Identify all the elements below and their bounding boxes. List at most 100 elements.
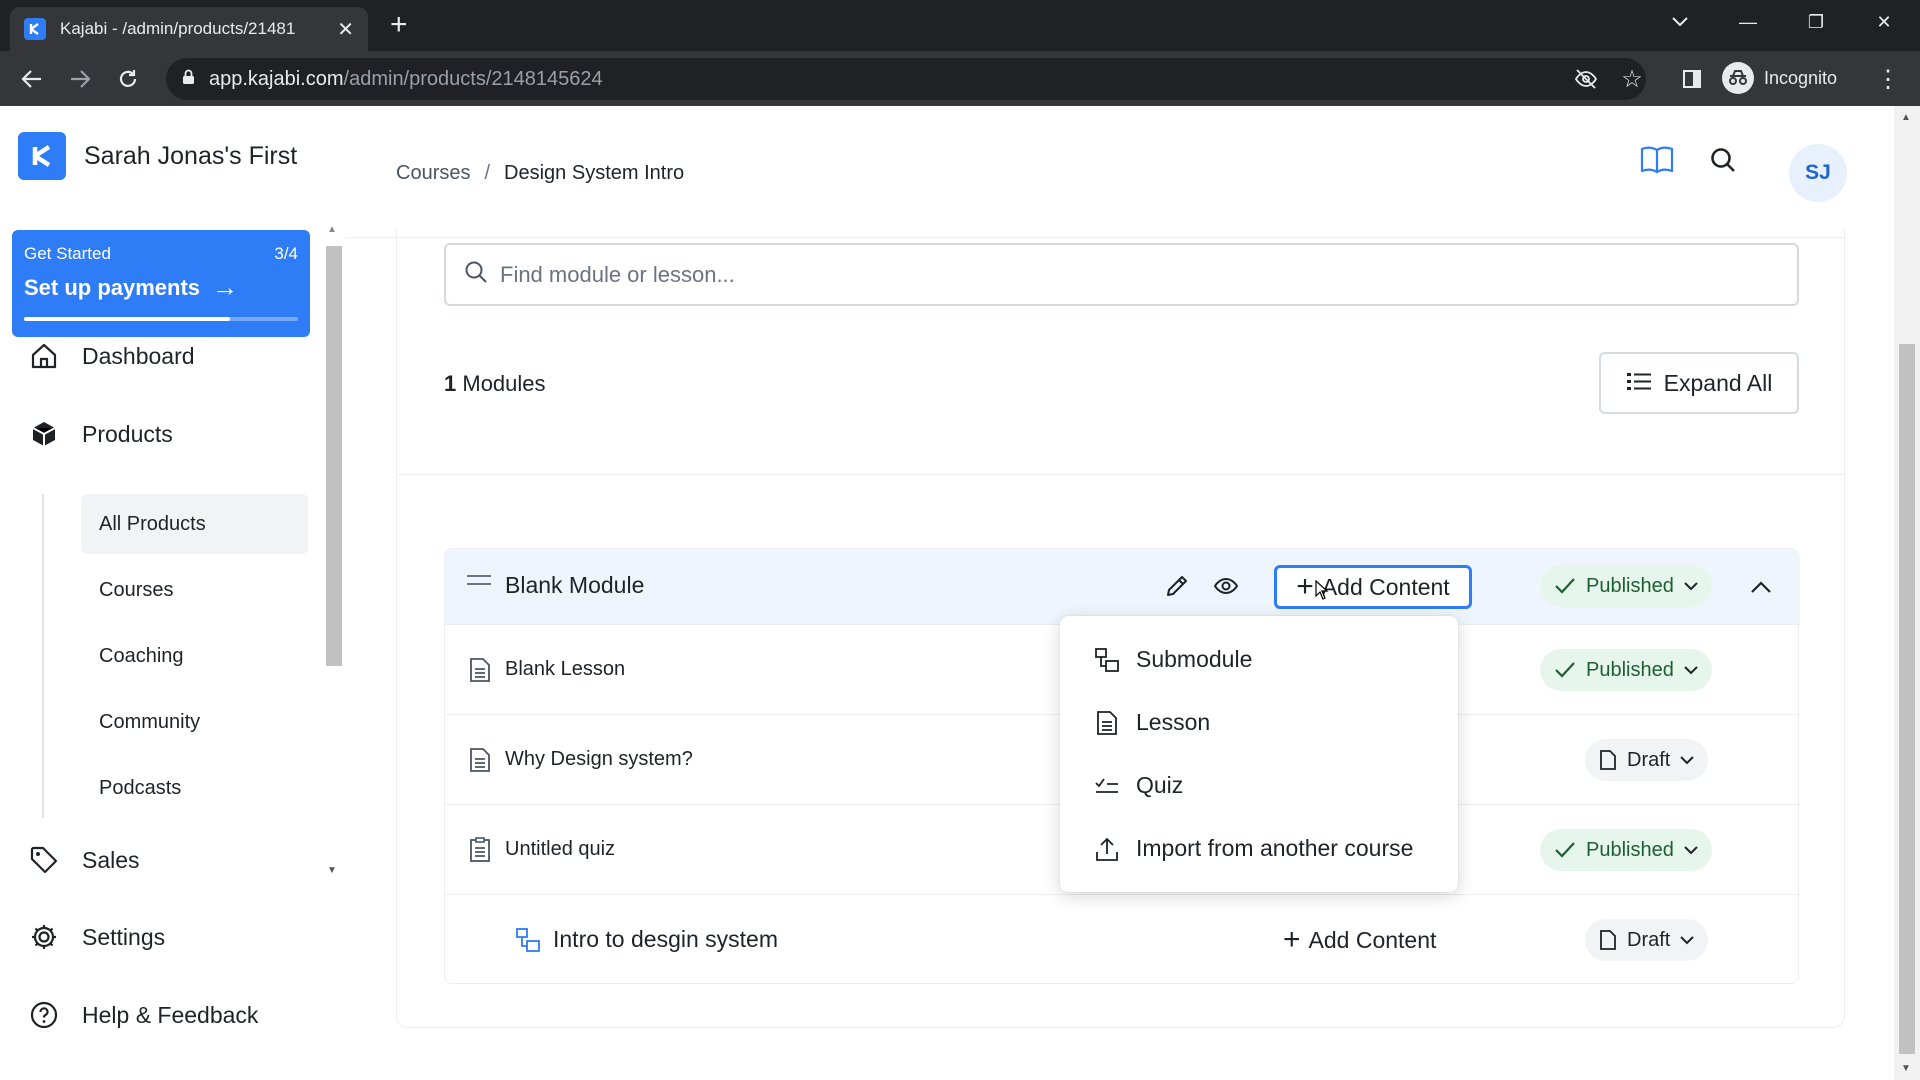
subitem-label: Coaching	[99, 644, 184, 667]
collapse-chevron-up-icon[interactable]	[1745, 571, 1777, 603]
status-label: Published	[1586, 838, 1674, 861]
module-search-input[interactable]	[500, 261, 1797, 288]
book-open-icon[interactable]	[1633, 136, 1681, 184]
module-title: Blank Module	[505, 572, 645, 598]
module-status-dropdown[interactable]: Published	[1540, 565, 1712, 607]
document-icon	[467, 657, 493, 683]
user-avatar[interactable]: SJ	[1789, 144, 1847, 202]
tab-close-icon[interactable]: ✕	[337, 17, 354, 42]
lesson-title: Blank Lesson	[505, 658, 626, 680]
sidebar-scrollbar[interactable]: ▲ ▼	[322, 222, 346, 878]
add-content-label: Add Content	[1321, 573, 1450, 600]
status-label: Published	[1586, 574, 1674, 597]
subitem-label: Podcasts	[99, 776, 182, 799]
submodule-add-content-button[interactable]: + Add Content	[1283, 919, 1436, 961]
section-divider	[396, 474, 1845, 475]
lesson-title: Why Design system?	[505, 748, 693, 770]
search-icon[interactable]	[1699, 136, 1747, 184]
sidebar-label: Sales	[82, 846, 140, 873]
submodule-row[interactable]: Intro to desgin system + Add Content Dra…	[445, 894, 1800, 984]
quiz-status-dropdown[interactable]: Published	[1540, 829, 1712, 871]
sidebar-subitem-all-products[interactable]: All Products	[81, 494, 308, 554]
site-name: Sarah Jonas's First	[84, 141, 298, 170]
kajabi-favicon-icon	[24, 18, 46, 40]
lock-icon	[182, 69, 195, 90]
sidebar-label: Help & Feedback	[82, 1001, 259, 1028]
sidebar-scroll-thumb[interactable]	[326, 246, 342, 666]
menu-item-lesson[interactable]: Lesson	[1060, 691, 1458, 754]
forward-icon[interactable]	[62, 61, 98, 97]
back-icon[interactable]	[14, 61, 50, 97]
reload-icon[interactable]	[110, 61, 146, 97]
home-icon	[28, 340, 60, 372]
breadcrumb-courses[interactable]: Courses	[396, 162, 470, 185]
sidebar-item-dashboard[interactable]: Dashboard	[28, 340, 195, 372]
scroll-up-icon[interactable]: ▲	[1901, 112, 1911, 123]
add-content-button[interactable]: + Add Content	[1274, 565, 1472, 609]
chevron-down-icon	[1684, 845, 1698, 855]
scroll-down-icon[interactable]: ▼	[1901, 1063, 1911, 1074]
preview-eye-icon[interactable]	[1209, 569, 1243, 603]
arrow-right-icon: →	[212, 272, 239, 302]
incognito-profile[interactable]: Incognito	[1722, 59, 1837, 97]
lesson-status-dropdown[interactable]: Published	[1540, 649, 1712, 691]
gear-icon	[28, 921, 60, 953]
menu-item-import[interactable]: Import from another course	[1060, 817, 1458, 880]
restore-icon[interactable]: ❐	[1782, 0, 1850, 44]
progress-fill	[24, 317, 230, 321]
site-brand[interactable]: Sarah Jonas's First	[18, 132, 297, 180]
sidebar-item-help[interactable]: Help & Feedback	[28, 999, 258, 1031]
minimize-icon[interactable]: —	[1714, 0, 1782, 44]
subitem-label: Courses	[99, 578, 174, 601]
breadcrumb-current: Design System Intro	[504, 162, 685, 184]
expand-all-button[interactable]: Expand All	[1599, 352, 1799, 414]
sidebar-item-products[interactable]: Products	[28, 418, 173, 450]
browser-menu-icon[interactable]: ⋮	[1870, 61, 1906, 97]
chevron-down-icon	[1680, 935, 1695, 945]
lesson-status-dropdown[interactable]: Draft	[1585, 739, 1709, 781]
sidebar-item-settings[interactable]: Settings	[28, 921, 165, 953]
get-started-label: Get Started	[24, 244, 111, 263]
modules-count: 1 Modules	[444, 371, 546, 397]
window-close-icon[interactable]: ✕	[1850, 0, 1918, 44]
incognito-icon	[1722, 62, 1754, 94]
menu-item-submodule[interactable]: Submodule	[1060, 628, 1458, 691]
menu-item-quiz[interactable]: Quiz	[1060, 754, 1458, 817]
get-started-progress-bar	[24, 317, 298, 321]
tab-search-chevron-icon[interactable]	[1646, 0, 1714, 44]
quiz-title: Untitled quiz	[505, 838, 616, 860]
drag-handle-icon[interactable]	[467, 575, 491, 591]
module-search-field[interactable]	[444, 243, 1799, 306]
submodule-status-dropdown[interactable]: Draft	[1585, 919, 1709, 961]
sidebar-subitem-courses[interactable]: Courses	[81, 560, 308, 620]
draft-file-icon	[1599, 749, 1617, 771]
tab-title: Kajabi - /admin/products/21481	[60, 19, 296, 38]
page-scroll-thumb[interactable]	[1899, 344, 1915, 1054]
sidebar-subitem-podcasts[interactable]: Podcasts	[81, 758, 308, 818]
help-circle-icon	[28, 999, 60, 1031]
sidebar-subitem-coaching[interactable]: Coaching	[81, 626, 308, 686]
new-tab-icon[interactable]: +	[390, 10, 408, 40]
list-icon	[1626, 370, 1652, 397]
module-header[interactable]: Blank Module + Add Content Published	[445, 549, 1800, 624]
scroll-down-icon[interactable]: ▼	[327, 865, 337, 876]
eye-off-icon[interactable]	[1568, 61, 1604, 97]
mouse-cursor-icon	[1315, 579, 1329, 605]
plus-icon: +	[1283, 923, 1301, 956]
sidebar-subitem-community[interactable]: Community	[81, 692, 308, 752]
edit-pencil-icon[interactable]	[1160, 569, 1194, 603]
page-scrollbar[interactable]: ▲ ▼	[1894, 106, 1920, 1080]
subitem-label: All Products	[99, 512, 206, 535]
profile-label: Incognito	[1764, 67, 1838, 88]
sidebar-label: Products	[82, 420, 173, 447]
add-content-menu: Submodule Lesson Quiz Import from anothe…	[1060, 616, 1458, 892]
get-started-card[interactable]: Get Started 3/4 Set up payments →	[12, 230, 310, 337]
bookmark-star-icon[interactable]: ☆	[1614, 61, 1650, 97]
address-bar[interactable]: app.kajabi.com/admin/products/2148145624	[166, 58, 1646, 100]
expand-all-label: Expand All	[1663, 369, 1773, 396]
scroll-up-icon[interactable]: ▲	[327, 224, 337, 235]
browser-tab[interactable]: Kajabi - /admin/products/21481 ✕	[10, 7, 368, 51]
sidebar-item-sales[interactable]: Sales	[28, 844, 140, 876]
browser-toolbar: app.kajabi.com/admin/products/2148145624…	[0, 51, 1920, 106]
side-panel-icon[interactable]	[1674, 61, 1710, 97]
